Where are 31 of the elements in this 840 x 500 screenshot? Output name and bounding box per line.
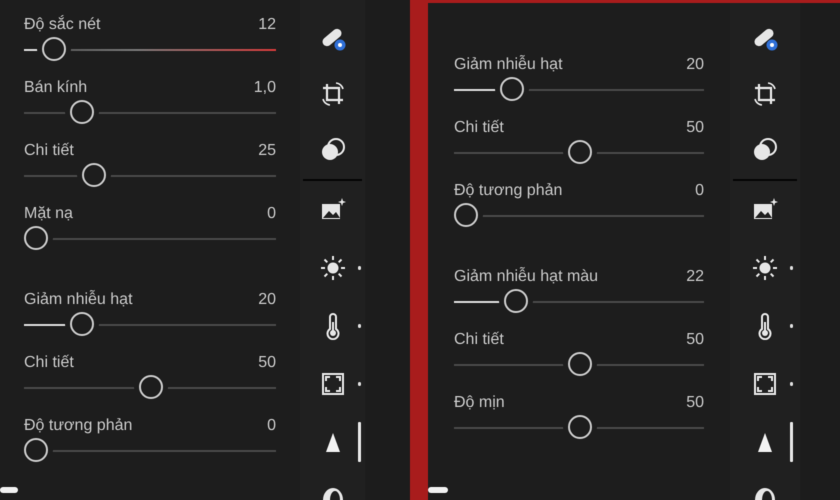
slider-label: Giảm nhiễu hạt màu [454,268,598,286]
slider-value: 25 [258,142,276,160]
slider-label: Độ tương phản [24,417,132,435]
slider-value: 20 [686,56,704,74]
slider-label: Độ tương phản [454,182,562,200]
slider-label: Giảm nhiễu hạt [24,291,133,309]
home-indicator [0,487,18,493]
slider-label: Chi tiết [454,331,504,349]
slider-value: 0 [267,205,276,223]
slider-label: Chi tiết [24,142,74,160]
slider-label: Chi tiết [454,119,504,137]
slider-label: Bán kính [24,79,88,97]
home-indicator [428,487,448,493]
slider-value: 50 [258,354,276,372]
slider-value: 1,0 [254,79,276,97]
sun-icon[interactable] [751,254,779,282]
sun-icon[interactable] [318,254,346,282]
slider-label: Độ mịn [454,394,505,412]
slider-label: Giảm nhiễu hạt [454,56,563,74]
slider-value: 12 [258,16,276,34]
slider-label: Độ sắc nét [24,16,100,34]
slider-value: 50 [686,331,704,349]
slider-value: 0 [695,182,704,200]
frame-icon[interactable] [751,370,779,398]
slider-value: 50 [686,119,704,137]
slider-label: Chi tiết [24,354,74,372]
slider-value: 50 [686,394,704,412]
slider-value: 22 [686,268,704,286]
slider-value: 0 [267,417,276,435]
slider-label: Mặt nạ [24,205,73,223]
slider-value: 20 [258,291,276,309]
